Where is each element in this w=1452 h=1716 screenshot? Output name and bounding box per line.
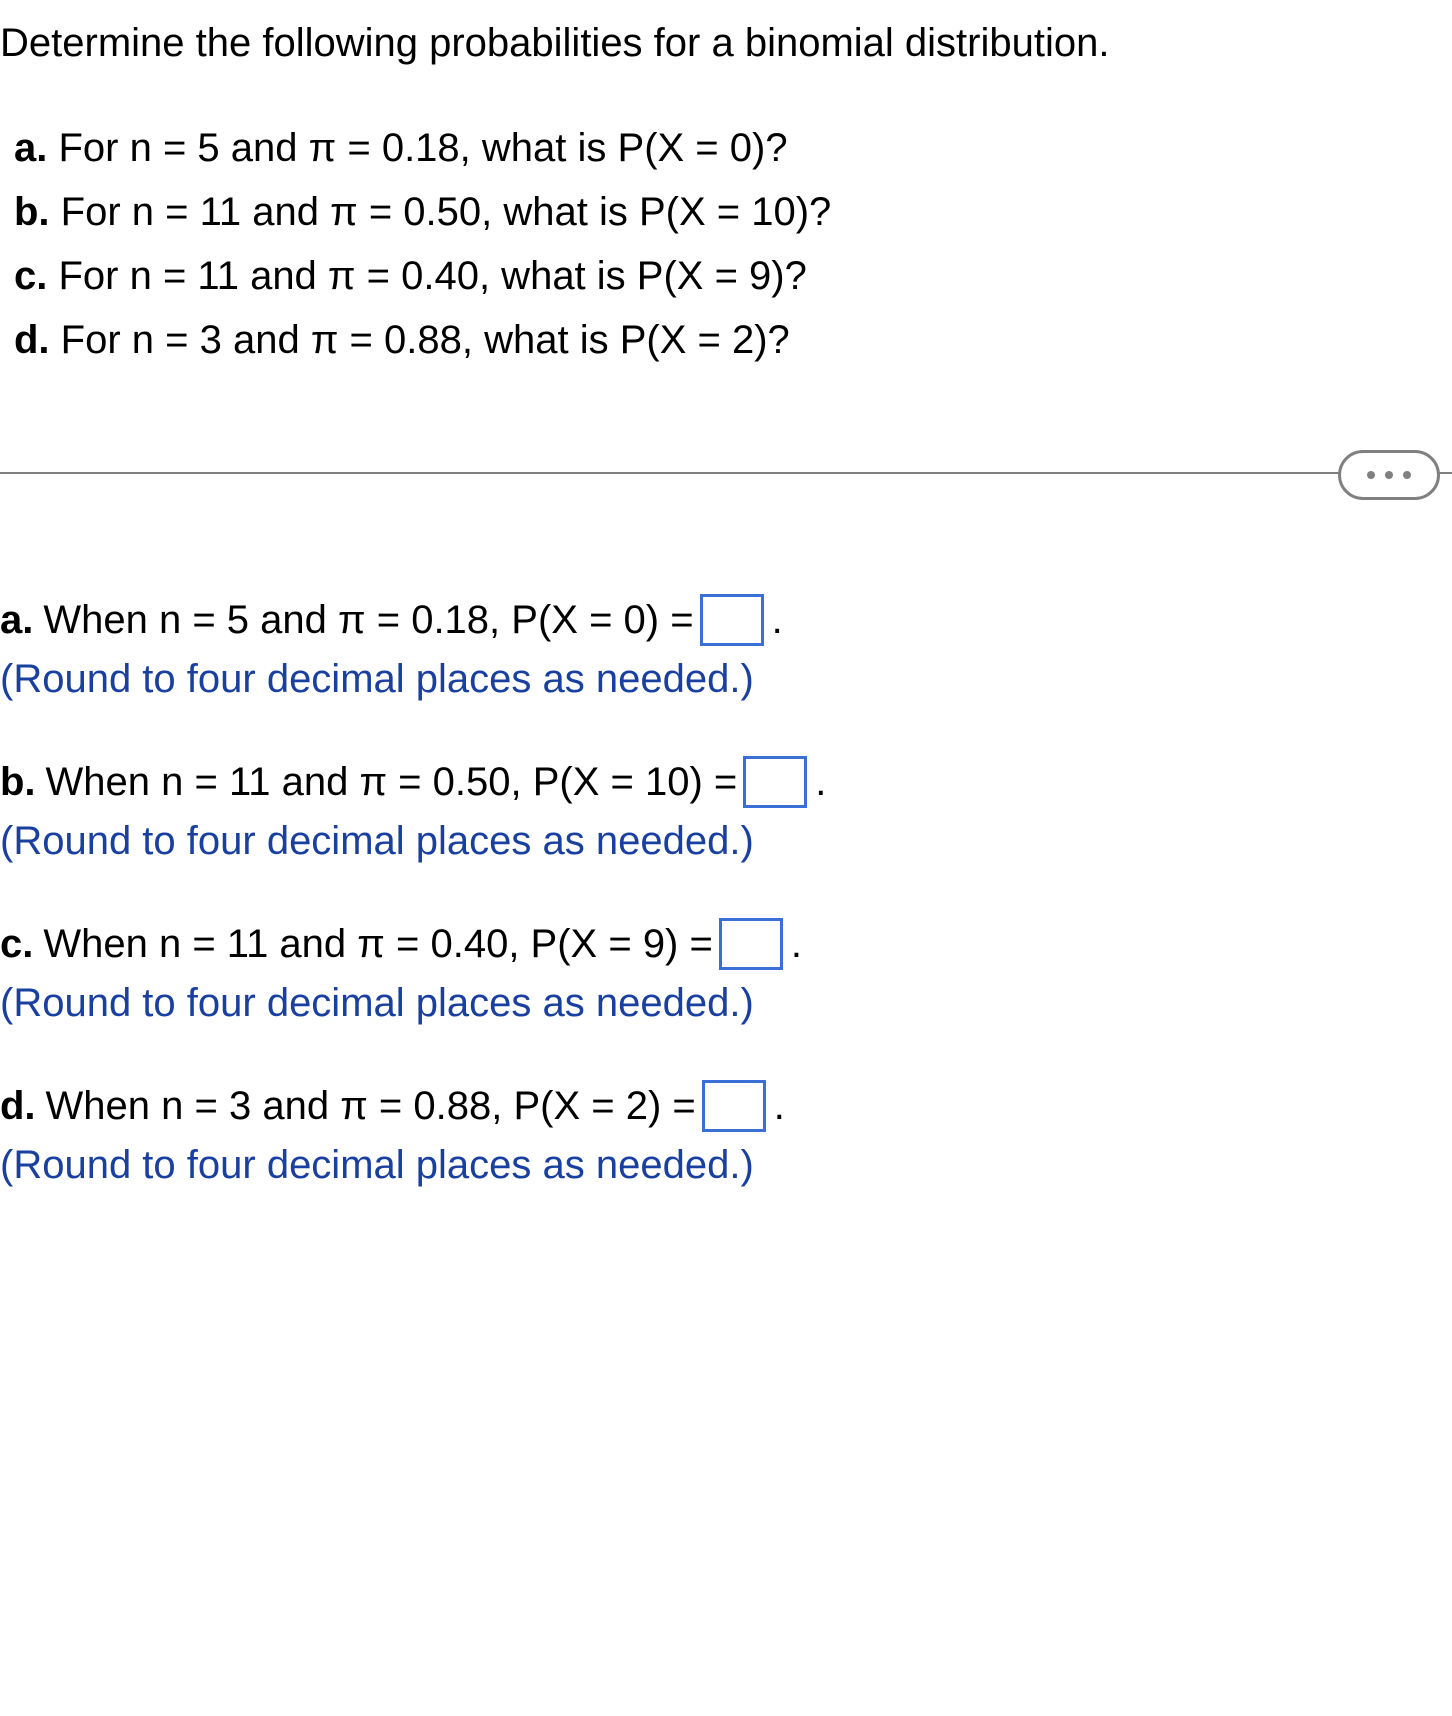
answer-hint: (Round to four decimal places as needed.… (0, 974, 1452, 1032)
answer-input-c[interactable] (719, 918, 783, 970)
answer-line: c. When n = 11 and π = 0.40, P(X = 9) = … (0, 914, 1452, 974)
prompt-list: a. For n = 5 and π = 0.18, what is P(X =… (0, 116, 1452, 372)
divider-line (0, 472, 1452, 474)
answer-hint: (Round to four decimal places as needed.… (0, 1136, 1452, 1194)
prompt-d: d. For n = 3 and π = 0.88, what is P(X =… (14, 308, 1452, 372)
prompt-b: b. For n = 11 and π = 0.50, what is P(X … (14, 180, 1452, 244)
answer-b: b. When n = 11 and π = 0.50, P(X = 10) =… (0, 752, 1452, 870)
prompt-text: For n = 5 and π = 0.18, what is P(X = 0)… (58, 126, 787, 170)
more-options-button[interactable] (1338, 450, 1440, 500)
answer-lead: When n = 3 and π = 0.88, P(X = 2) = (46, 1076, 696, 1136)
answer-label: b. (0, 752, 36, 812)
prompt-label: a. (14, 126, 47, 170)
answer-lead: When n = 11 and π = 0.50, P(X = 10) = (46, 752, 738, 812)
ellipsis-icon (1385, 471, 1393, 479)
answer-period: . (772, 590, 783, 650)
prompt-text: For n = 11 and π = 0.40, what is P(X = 9… (58, 254, 806, 298)
prompt-c: c. For n = 11 and π = 0.40, what is P(X … (14, 244, 1452, 308)
answer-line: d. When n = 3 and π = 0.88, P(X = 2) = . (0, 1076, 1452, 1136)
answer-input-d[interactable] (702, 1080, 766, 1132)
prompt-a: a. For n = 5 and π = 0.18, what is P(X =… (14, 116, 1452, 180)
question-page: Determine the following probabilities fo… (0, 0, 1452, 1716)
answer-a: a. When n = 5 and π = 0.18, P(X = 0) = .… (0, 590, 1452, 708)
prompt-text: For n = 3 and π = 0.88, what is P(X = 2)… (61, 318, 790, 362)
ellipsis-icon (1367, 471, 1375, 479)
answer-period: . (774, 1076, 785, 1136)
prompt-label: b. (14, 190, 50, 234)
answer-list: a. When n = 5 and π = 0.18, P(X = 0) = .… (0, 590, 1452, 1194)
intro-text: Determine the following probabilities fo… (0, 18, 1452, 68)
prompt-text: For n = 11 and π = 0.50, what is P(X = 1… (61, 190, 832, 234)
answer-period: . (791, 914, 802, 974)
answer-lead: When n = 5 and π = 0.18, P(X = 0) = (43, 590, 693, 650)
divider-row (0, 444, 1452, 500)
answer-label: c. (0, 914, 33, 974)
prompt-label: c. (14, 254, 47, 298)
answer-label: a. (0, 590, 33, 650)
answer-hint: (Round to four decimal places as needed.… (0, 650, 1452, 708)
answer-period: . (815, 752, 826, 812)
ellipsis-icon (1403, 471, 1411, 479)
answer-input-a[interactable] (700, 594, 764, 646)
answer-line: b. When n = 11 and π = 0.50, P(X = 10) =… (0, 752, 1452, 812)
answer-lead: When n = 11 and π = 0.40, P(X = 9) = (43, 914, 713, 974)
answer-c: c. When n = 11 and π = 0.40, P(X = 9) = … (0, 914, 1452, 1032)
answer-hint: (Round to four decimal places as needed.… (0, 812, 1452, 870)
prompt-label: d. (14, 318, 50, 362)
answer-d: d. When n = 3 and π = 0.88, P(X = 2) = .… (0, 1076, 1452, 1194)
answer-label: d. (0, 1076, 36, 1136)
answer-line: a. When n = 5 and π = 0.18, P(X = 0) = . (0, 590, 1452, 650)
answer-input-b[interactable] (743, 756, 807, 808)
